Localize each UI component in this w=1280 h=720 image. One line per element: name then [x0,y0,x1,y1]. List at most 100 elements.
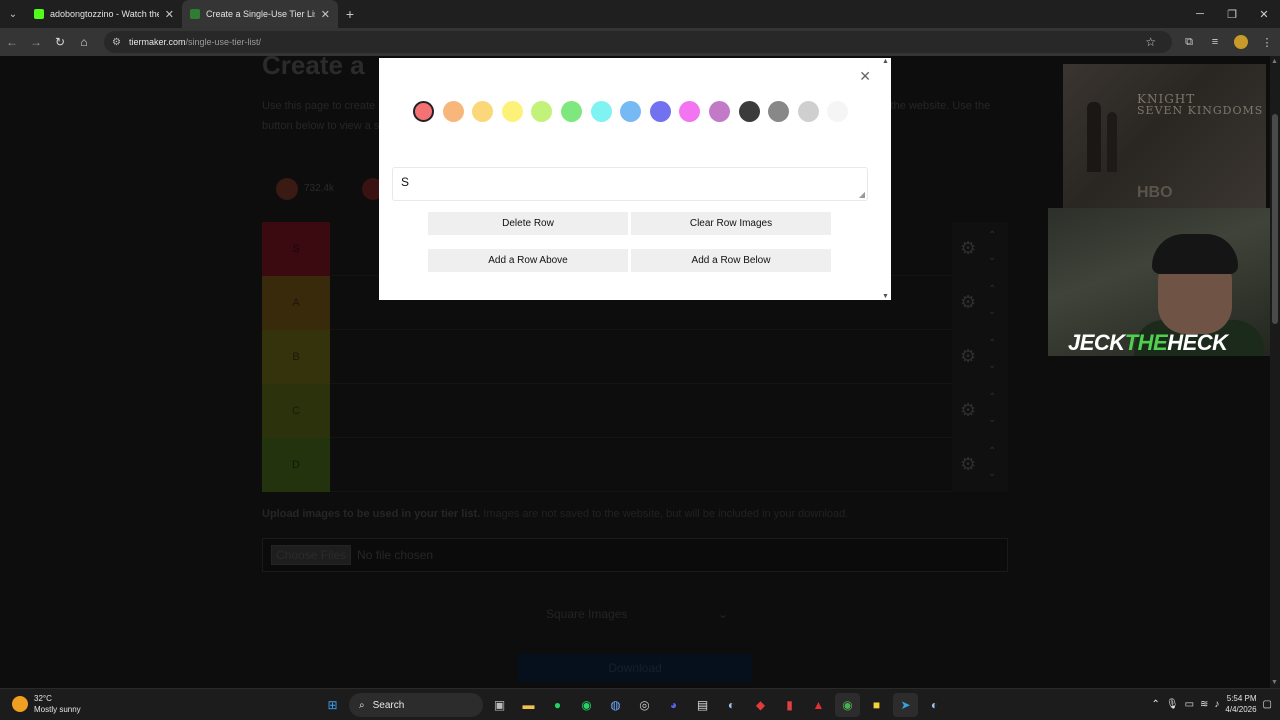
scroll-down-icon[interactable]: ▼ [882,293,889,300]
taskbar-search[interactable]: ⌕ Search [349,693,483,717]
clear-row-images-button[interactable]: Clear Row Images [631,212,831,235]
chevron-down-icon[interactable]: ⌄ [988,252,996,263]
forward-icon[interactable]: → [24,28,48,56]
color-swatch[interactable] [708,101,730,122]
media-icon[interactable]: ≡ [1202,28,1228,56]
reaction-emoji-icon[interactable] [276,178,298,200]
modal-scrollbar[interactable]: ▲ ▼ [880,58,890,300]
app-icon[interactable]: ◆ [748,693,773,717]
color-swatch[interactable] [738,101,760,122]
color-swatch[interactable] [590,101,612,122]
chevron-down-icon[interactable]: ⌄ [988,414,996,425]
minimize-icon[interactable]: ─ [1184,0,1216,28]
tier-label[interactable]: D [262,438,330,492]
whatsapp-icon[interactable]: ◉ [574,693,599,717]
color-swatch[interactable] [560,101,582,122]
address-bar[interactable]: ⚙ tiermaker.com/single-use-tier-list/ ☆ [104,31,1172,53]
app-icon[interactable]: ▲ [806,693,831,717]
tier-label[interactable]: S [262,222,330,276]
add-row-below-button[interactable]: Add a Row Below [631,249,831,272]
tier-label[interactable]: C [262,384,330,438]
choose-files-button[interactable]: Choose Files [271,545,352,565]
restore-icon[interactable]: ❐ [1216,0,1248,28]
bookmark-star-icon[interactable]: ☆ [1145,35,1156,49]
start-icon[interactable]: ⊞ [320,693,345,717]
chevron-up-icon[interactable]: ⌃ [988,446,996,457]
display-icon[interactable]: ▭ [1185,699,1194,710]
telegram-icon[interactable]: ➤ [893,693,918,717]
steam-icon[interactable]: ◐ [719,693,744,717]
color-swatch[interactable] [768,101,790,122]
file-input[interactable]: Choose Files No file chosen [262,538,1008,572]
color-swatch[interactable] [797,101,819,122]
chevron-up-icon[interactable]: ⌃ [988,338,996,349]
profile-avatar[interactable] [1228,28,1254,56]
scroll-down-icon[interactable]: ▼ [1271,679,1278,686]
close-icon[interactable]: ✕ [859,68,871,85]
color-swatch[interactable] [413,101,434,122]
color-swatch[interactable] [531,101,553,122]
download-button[interactable]: Download [518,654,752,682]
chevron-up-icon[interactable]: ⌃ [988,230,996,241]
new-tab-button[interactable]: + [338,0,362,28]
spotify-icon[interactable]: ● [545,693,570,717]
tier-label[interactable]: B [262,330,330,384]
color-swatch[interactable] [827,101,849,122]
steam-icon[interactable]: ◐ [922,693,947,717]
color-swatch[interactable] [679,101,701,122]
color-swatch[interactable] [442,101,464,122]
reload-icon[interactable]: ↻ [48,28,72,56]
gear-icon[interactable]: ⚙ [960,292,976,313]
gear-icon[interactable]: ⚙ [960,238,976,259]
chevron-down-icon[interactable]: ⌄ [988,360,996,371]
scrollbar-thumb[interactable] [1272,114,1278,324]
color-swatch[interactable] [620,101,642,122]
volume-icon[interactable]: ♪ [1214,699,1219,710]
chevron-down-icon[interactable]: ⌄ [988,468,996,479]
chrome-icon[interactable]: ◉ [835,693,860,717]
epic-games-icon[interactable]: ▤ [690,693,715,717]
task-view-icon[interactable]: ▣ [487,693,512,717]
page-scrollbar[interactable]: ▲ ▼ [1270,56,1280,688]
site-info-icon[interactable]: ⚙ [112,37,121,48]
color-swatch[interactable] [649,101,671,122]
scroll-up-icon[interactable]: ▲ [1271,58,1278,65]
close-tab-icon[interactable]: ✕ [165,8,174,21]
tab-search-icon[interactable]: ⌄ [0,0,26,28]
notifications-icon[interactable]: ▢ [1263,699,1272,710]
home-icon[interactable]: ⌂ [72,28,96,56]
gear-icon[interactable]: ⚙ [960,400,976,421]
tier-label[interactable]: A [262,276,330,330]
image-shape-select[interactable]: Square Images ⌄ [538,602,734,626]
tab-kick[interactable]: adobongtozzino - Watch the V ✕ [26,0,182,28]
chevron-up-icon[interactable]: ⌃ [988,284,996,295]
extensions-icon[interactable]: ⧉ [1176,28,1202,56]
gear-icon[interactable]: ⚙ [960,454,976,475]
delete-row-button[interactable]: Delete Row [428,212,628,235]
resize-handle-icon[interactable]: ◢ [859,190,865,199]
weather-widget[interactable]: 32°C Mostly sunny [12,693,81,715]
close-window-icon[interactable]: ✕ [1248,0,1280,28]
obs-icon[interactable]: ◎ [632,693,657,717]
color-swatch[interactable] [501,101,523,122]
close-tab-icon[interactable]: ✕ [321,8,330,21]
chevron-up-icon[interactable]: ⌃ [988,392,996,403]
discord-icon[interactable]: ◕ [661,693,686,717]
chevron-up-icon[interactable]: ⌃ [1151,699,1159,710]
scroll-up-icon[interactable]: ▲ [882,58,889,65]
row-label-textarea[interactable]: S ◢ [392,167,868,201]
app-icon[interactable]: ▮ [777,693,802,717]
menu-icon[interactable]: ⋮ [1254,28,1280,56]
back-icon[interactable]: ← [0,28,24,56]
microphone-icon[interactable]: 🎙︎ [1166,699,1179,710]
wifi-icon[interactable]: ≋ [1200,699,1208,710]
file-explorer-icon[interactable]: ▬ [516,693,541,717]
gear-icon[interactable]: ⚙ [960,346,976,367]
sticky-notes-icon[interactable]: ■ [864,693,889,717]
app-icon[interactable]: ◍ [603,693,628,717]
color-swatch[interactable] [472,101,494,122]
add-row-above-button[interactable]: Add a Row Above [428,249,628,272]
clock[interactable]: 5:54 PM 4/4/2026 [1225,693,1256,715]
chevron-down-icon[interactable]: ⌄ [988,306,996,317]
video-thumbnail[interactable]: KNIGHT SEVEN KINGDOMS HBO [1063,64,1266,210]
